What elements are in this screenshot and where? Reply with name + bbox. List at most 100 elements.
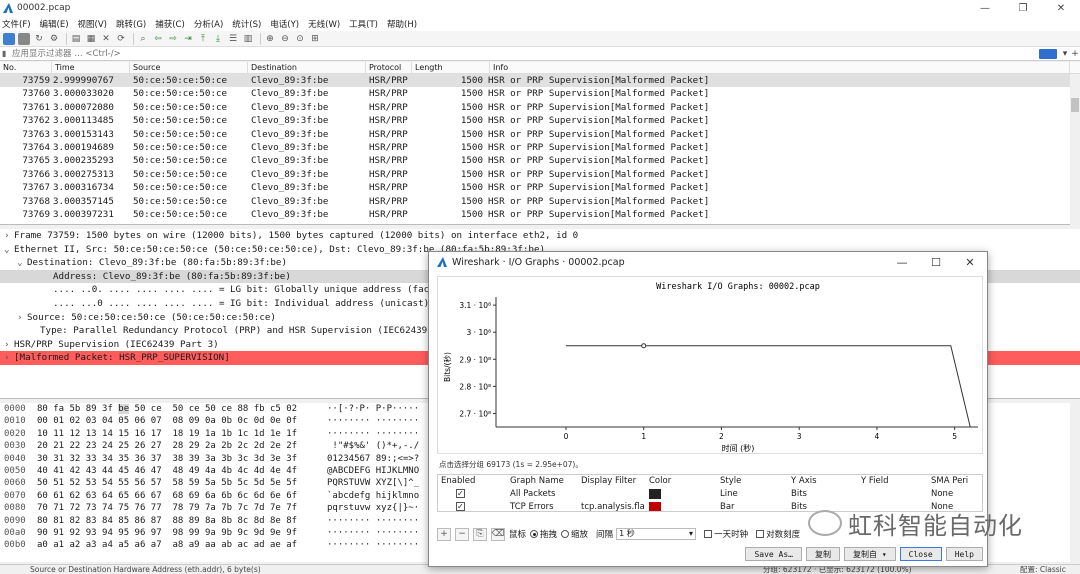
save-as-button[interactable]: Save As… xyxy=(745,547,802,561)
dialog-close-button[interactable]: ✕ xyxy=(953,252,987,272)
status-field-info: Source or Destination Hardware Address (… xyxy=(30,565,261,574)
copy-button[interactable]: 复制 xyxy=(805,547,840,561)
dialog-close-text-button[interactable]: Close xyxy=(899,547,942,561)
packet-row[interactable]: 73764 3.000194689 50:ce:50:ce:50:ce Clevo_8… xyxy=(0,141,1080,154)
menu-go[interactable]: 跳转(G) xyxy=(116,18,146,30)
interval-select[interactable]: 1 秒 ▾ xyxy=(616,528,697,540)
packet-row[interactable]: 73761 3.000072080 50:ce:50:ce:50:ce Clevo_8… xyxy=(0,101,1080,114)
expanded-arrow-icon[interactable]: ⌄ xyxy=(4,243,14,257)
scrollbar-thumb[interactable] xyxy=(1071,98,1079,112)
display-filter-cell: tcp.analysis.fla xyxy=(581,502,645,512)
start-capture-icon[interactable] xyxy=(3,32,15,45)
menu-view[interactable]: 视图(V) xyxy=(78,18,107,30)
color-swatch[interactable] xyxy=(649,502,661,511)
display-filter-input[interactable] xyxy=(12,47,1039,60)
find-packet-icon[interactable]: ⌕ xyxy=(137,33,149,45)
stop-capture-icon[interactable] xyxy=(18,32,30,45)
expanded-arrow-icon[interactable]: ⌄ xyxy=(17,256,27,270)
close-button[interactable]: ✕ xyxy=(1042,0,1080,16)
go-back-icon[interactable]: ⇦ xyxy=(152,33,164,45)
close-file-icon[interactable]: ✕ xyxy=(100,33,112,45)
go-to-packet-icon[interactable]: ⇥ xyxy=(182,33,194,45)
minimize-button[interactable]: — xyxy=(966,0,1004,16)
packet-row[interactable]: 73767 3.000316734 50:ce:50:ce:50:ce Clevo_8… xyxy=(0,181,1080,194)
help-button[interactable]: Help xyxy=(945,547,983,561)
zoom-out-icon[interactable]: ⊖ xyxy=(279,33,291,45)
packet-row[interactable]: 73765 3.000235293 50:ce:50:ce:50:ce Clevo_8… xyxy=(0,154,1080,167)
apply-filter-arrow-icon[interactable] xyxy=(1039,48,1057,59)
copy-graph-button[interactable]: ⎘ xyxy=(473,527,487,541)
packet-row[interactable]: 73769 3.000397231 50:ce:50:ce:50:ce Clevo_8… xyxy=(0,208,1080,221)
menu-analyze[interactable]: 分析(A) xyxy=(194,18,223,30)
filter-bookmark-icon[interactable]: ▮ xyxy=(2,49,12,58)
byte-offset: 0070 xyxy=(4,490,26,501)
resize-columns-icon[interactable]: ⊞ xyxy=(309,33,321,45)
drag-radio[interactable] xyxy=(530,530,539,538)
first-packet-icon[interactable]: ⤒ xyxy=(197,33,209,45)
packet-list-scrollbar[interactable] xyxy=(1070,74,1080,225)
copy-from-button[interactable]: 复制自 ▾ xyxy=(843,547,896,561)
series-line[interactable] xyxy=(565,345,971,428)
status-profile[interactable]: 配置: Classic xyxy=(1020,565,1066,574)
packet-row[interactable]: 73768 3.000357145 50:ce:50:ce:50:ce Clevo_8… xyxy=(0,195,1080,208)
packet-row[interactable]: 73760 3.000033020 50:ce:50:ce:50:ce Clevo_8… xyxy=(0,87,1080,100)
time-of-day-checkbox[interactable] xyxy=(704,530,713,538)
col-header-protocol[interactable]: Protocol xyxy=(366,61,412,74)
filter-history-dropdown-icon[interactable]: ▾ xyxy=(1060,49,1070,59)
col-header-time[interactable]: Time xyxy=(52,61,130,74)
zoom-normal-icon[interactable]: ⊙ xyxy=(294,33,306,45)
clear-graphs-button[interactable]: ⌫ xyxy=(491,527,505,541)
save-file-icon[interactable]: ▦ xyxy=(85,33,97,45)
last-packet-icon[interactable]: ⤓ xyxy=(212,33,224,45)
capture-options-icon[interactable]: ⚙ xyxy=(48,33,60,45)
go-forward-icon[interactable]: ⇨ xyxy=(167,33,179,45)
color-swatch[interactable] xyxy=(649,489,661,499)
col-header-destination[interactable]: Destination xyxy=(248,61,366,74)
packet-length: 1500 xyxy=(460,141,483,153)
collapsed-arrow-icon[interactable]: › xyxy=(17,311,27,325)
io-graph-plot[interactable]: Wireshark I/O Graphs: 00002.pcap Bits/(秒… xyxy=(437,276,983,454)
open-file-icon[interactable]: ▤ xyxy=(70,33,82,45)
remove-graph-button[interactable]: − xyxy=(455,527,469,541)
log-scale-checkbox[interactable] xyxy=(756,530,765,538)
menu-file[interactable]: 文件(F) xyxy=(2,18,31,30)
packet-row[interactable]: 73759 2.999990767 50:ce:50:ce:50:ce Clevo_8… xyxy=(0,74,1080,88)
col-header-source[interactable]: Source xyxy=(130,61,248,74)
graph-row[interactable]: All Packets Line Bits None xyxy=(438,487,982,501)
add-graph-button[interactable]: + xyxy=(437,527,451,541)
restart-capture-icon[interactable]: ↻ xyxy=(33,33,45,45)
menu-capture[interactable]: 捕获(C) xyxy=(155,18,185,30)
packet-protocol: HSR/PRP xyxy=(369,155,408,167)
dialog-minimize-button[interactable]: — xyxy=(885,252,919,272)
dialog-maximize-button[interactable]: ☐ xyxy=(919,252,953,272)
maximize-button[interactable]: ❐ xyxy=(1004,0,1042,16)
menu-tools[interactable]: 工具(T) xyxy=(349,18,378,30)
reload-file-icon[interactable]: ⟳ xyxy=(115,33,127,45)
menu-telephony[interactable]: 电话(Y) xyxy=(270,18,299,30)
col-header-no[interactable]: No. xyxy=(0,61,52,74)
autoscroll-icon[interactable]: ☰ xyxy=(227,33,239,45)
packet-row[interactable]: 73766 3.000275313 50:ce:50:ce:50:ce Clevo_8… xyxy=(0,168,1080,181)
collapsed-arrow-icon[interactable]: › xyxy=(4,229,14,243)
menu-edit[interactable]: 编辑(E) xyxy=(40,18,69,30)
zoom-in-icon[interactable]: ⊕ xyxy=(264,33,276,45)
selected-point-marker[interactable] xyxy=(641,343,647,349)
col-header-length[interactable]: Length xyxy=(412,61,490,74)
zoom-radio[interactable] xyxy=(561,530,570,538)
colorize-icon[interactable]: ▥ xyxy=(242,33,254,45)
detail-tree-item[interactable]: › Frame 73759: 1500 bytes on wire (12000 … xyxy=(0,229,1080,243)
packet-row[interactable]: 73762 3.000113485 50:ce:50:ce:50:ce Clevo_8… xyxy=(0,114,1080,127)
menu-help[interactable]: 帮助(H) xyxy=(387,18,417,30)
hex-part: 60 61 62 63 64 65 66 67 68 69 6a 6b 6c 6… xyxy=(37,490,298,501)
add-filter-button-icon[interactable]: + xyxy=(1070,49,1080,59)
col-header-info[interactable]: Info xyxy=(490,61,1070,74)
collapsed-arrow-icon[interactable]: › xyxy=(4,351,14,365)
menu-wireless[interactable]: 无线(W) xyxy=(308,18,340,30)
collapsed-arrow-icon[interactable]: › xyxy=(4,338,14,352)
chevron-down-icon: ▾ xyxy=(881,549,887,559)
packet-row[interactable]: 73763 3.000153143 50:ce:50:ce:50:ce Clevo_8… xyxy=(0,128,1080,141)
menu-statistics[interactable]: 统计(S) xyxy=(232,18,261,30)
enabled-checkbox[interactable] xyxy=(456,487,465,500)
enabled-checkbox[interactable] xyxy=(456,500,465,511)
bytes-scrollbar[interactable] xyxy=(1070,403,1080,562)
